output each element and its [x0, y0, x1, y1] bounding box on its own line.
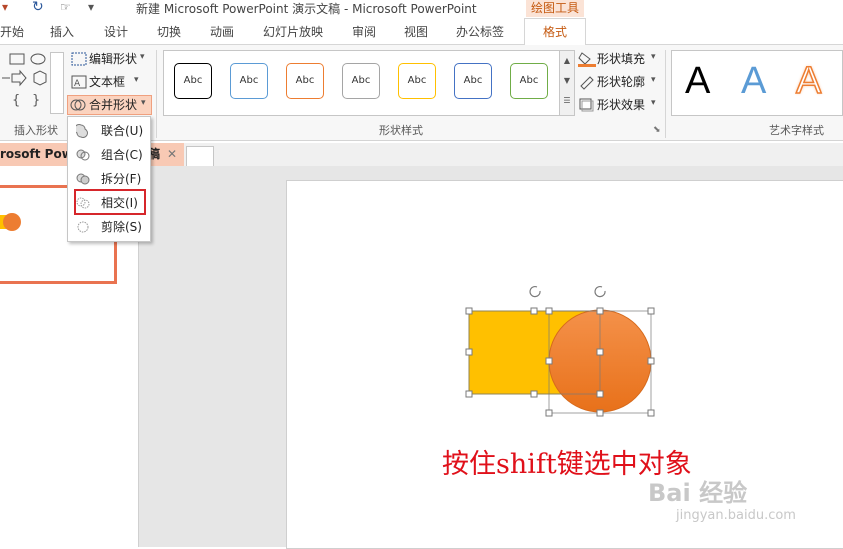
- chevron-down-icon: ▾: [651, 52, 656, 62]
- shape-fill-button[interactable]: 形状填充: [597, 50, 645, 68]
- wordart-style-blue[interactable]: A: [741, 60, 766, 103]
- touch-mode-icon[interactable]: ☞: [60, 0, 71, 14]
- menu-item-union[interactable]: 联合(U): [68, 119, 150, 143]
- scroll-down-icon[interactable]: ▼: [560, 71, 574, 91]
- tab-office-tabs[interactable]: 办公标签: [456, 23, 504, 40]
- text-box-button[interactable]: 文本框: [89, 73, 125, 91]
- shape-style-6[interactable]: Abc: [454, 63, 492, 99]
- chevron-down-icon: ▾: [141, 98, 146, 108]
- chevron-down-icon: ▾: [140, 52, 145, 62]
- tab-transitions[interactable]: 切换: [157, 23, 181, 40]
- text-box-icon: A: [71, 75, 87, 89]
- drawing-tools-context-label: 绘图工具: [526, 0, 584, 17]
- svg-text:A: A: [74, 79, 81, 89]
- tab-format[interactable]: 格式: [524, 18, 586, 47]
- chevron-down-icon: ▾: [651, 98, 656, 108]
- shape-style-5[interactable]: Abc: [398, 63, 436, 99]
- shapes-gallery-scrollbar[interactable]: [50, 52, 64, 114]
- customize-quick-access-icon[interactable]: ▾: [88, 0, 94, 14]
- shape-outline-button[interactable]: 形状轮廓: [597, 73, 645, 91]
- shape-style-7[interactable]: Abc: [510, 63, 548, 99]
- chevron-down-icon: ▾: [134, 75, 139, 85]
- merge-shapes-label: 合并形状: [89, 98, 138, 112]
- redo-icon[interactable]: ↻: [32, 0, 44, 14]
- shape-styles-scrollbar[interactable]: ▲ ▼ ☰: [559, 50, 575, 116]
- rotate-handle-icon[interactable]: [529, 286, 606, 298]
- dropdown-arrow-icon[interactable]: ▾: [2, 0, 8, 14]
- shape-style-3[interactable]: Abc: [286, 63, 324, 99]
- menu-item-fragment[interactable]: 拆分(F): [68, 167, 150, 191]
- edit-shape-icon: [71, 52, 87, 66]
- group-divider: [665, 50, 666, 138]
- pen-outline-icon: [580, 76, 594, 90]
- shape-style-2[interactable]: Abc: [230, 63, 268, 99]
- menu-item-subtract[interactable]: 剪除(S): [68, 215, 150, 239]
- merge-shapes-icon: [70, 99, 86, 111]
- combine-icon: [76, 149, 90, 161]
- wordart-style-orange[interactable]: A: [795, 59, 822, 103]
- tab-insert[interactable]: 插入: [50, 23, 74, 40]
- tab-view[interactable]: 视图: [404, 23, 428, 40]
- shape-style-4[interactable]: Abc: [342, 63, 380, 99]
- insert-shapes-group-label: 插入形状: [14, 124, 58, 137]
- shape-effects-icon: [579, 98, 594, 112]
- baidu-watermark-logo: Bai 经验: [648, 479, 748, 507]
- thumbnail-shapes-preview: [0, 213, 21, 231]
- shape-effects-button[interactable]: 形状效果: [597, 96, 645, 114]
- new-tab-button[interactable]: [186, 146, 214, 168]
- menu-item-combine[interactable]: 组合(C): [68, 143, 150, 167]
- more-styles-icon[interactable]: ☰: [560, 91, 574, 111]
- group-divider: [156, 50, 157, 138]
- selected-shapes[interactable]: [462, 282, 662, 422]
- watermark-url: jingyan.baidu.com: [676, 508, 796, 523]
- paint-bucket-icon: [578, 52, 596, 67]
- wordart-style-black[interactable]: A: [685, 60, 710, 103]
- fragment-icon: [76, 173, 90, 185]
- edit-shape-button[interactable]: 编辑形状: [89, 50, 137, 68]
- svg-text:{: {: [12, 93, 20, 108]
- tab-design[interactable]: 设计: [104, 23, 128, 40]
- tab-animations[interactable]: 动画: [210, 23, 234, 40]
- merge-shapes-menu: 联合(U) 组合(C) 拆分(F) 相交(I) 剪除(S): [67, 116, 151, 242]
- scroll-up-icon[interactable]: ▲: [560, 51, 574, 71]
- chevron-down-icon: ▾: [651, 75, 656, 85]
- subtract-icon: [77, 221, 89, 233]
- wordart-group-label: 艺术字样式: [769, 124, 824, 137]
- union-icon: [76, 124, 88, 138]
- dialog-launcher-icon[interactable]: ⬊: [653, 125, 661, 135]
- shape-styles-group-label: 形状样式: [379, 124, 423, 137]
- svg-text:}: }: [32, 93, 40, 108]
- tab-slideshow[interactable]: 幻灯片放映: [263, 23, 323, 40]
- tab-home[interactable]: 开始: [0, 23, 24, 40]
- intersect-highlight-box: [74, 189, 146, 215]
- shape-style-1[interactable]: Abc: [174, 63, 212, 99]
- window-title: 新建 Microsoft PowerPoint 演示文稿 - Microsoft…: [136, 2, 477, 16]
- close-icon[interactable]: ✕: [167, 143, 177, 166]
- tab-review[interactable]: 审阅: [352, 23, 376, 40]
